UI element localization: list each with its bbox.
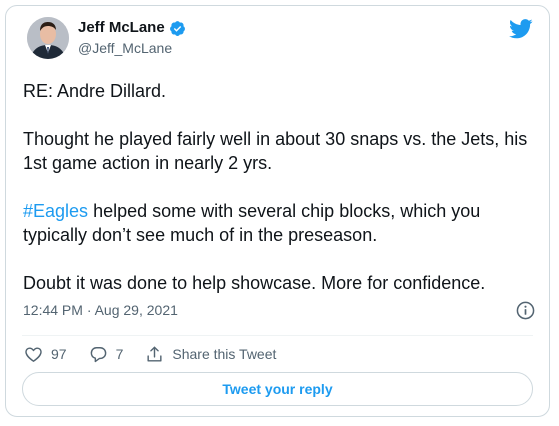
reply-icon bbox=[89, 345, 108, 364]
tweet-paragraph: Thought he played fairly well in about 3… bbox=[23, 129, 528, 173]
avatar[interactable] bbox=[27, 17, 69, 59]
verified-badge-icon bbox=[169, 20, 186, 37]
twitter-bird-icon[interactable] bbox=[509, 19, 533, 39]
divider bbox=[22, 335, 533, 336]
reply-count: 7 bbox=[115, 346, 124, 362]
tweet-card: Jeff McLane @Jeff_McLane RE: Andre Dilla… bbox=[5, 5, 550, 417]
tweet-your-reply-button[interactable]: Tweet your reply bbox=[22, 372, 533, 406]
tweet-paragraph-text: helped some with several chip blocks, wh… bbox=[23, 201, 481, 245]
share-label: Share this Tweet bbox=[172, 346, 277, 362]
avatar-image bbox=[27, 17, 69, 59]
tweet-timestamp[interactable]: 12:44 PM · Aug 29, 2021 bbox=[23, 302, 178, 319]
like-count: 97 bbox=[51, 346, 67, 362]
share-icon bbox=[145, 345, 164, 364]
tweet-paragraph: Doubt it was done to help showcase. More… bbox=[23, 273, 486, 293]
share-button[interactable]: Share this Tweet bbox=[145, 345, 276, 364]
author-handle[interactable]: @Jeff_McLane bbox=[78, 40, 172, 57]
like-button[interactable]: 97 bbox=[24, 345, 67, 364]
reply-action-button[interactable]: 7 bbox=[89, 345, 124, 364]
heart-icon bbox=[24, 345, 43, 364]
tweet-paragraph: #Eagles helped some with several chip bl… bbox=[23, 199, 541, 247]
author-display-name[interactable]: Jeff McLane bbox=[78, 19, 165, 37]
author-name-row: Jeff McLane bbox=[78, 19, 186, 37]
tweet-paragraph: RE: Andre Dillard. bbox=[23, 81, 167, 101]
info-icon[interactable] bbox=[516, 301, 535, 320]
hashtag-link[interactable]: #Eagles bbox=[23, 201, 88, 221]
tweet-actions: 97 7 Share this Tweet bbox=[24, 345, 276, 364]
tweet-text: RE: Andre Dillard. Thought he played fai… bbox=[23, 79, 541, 295]
